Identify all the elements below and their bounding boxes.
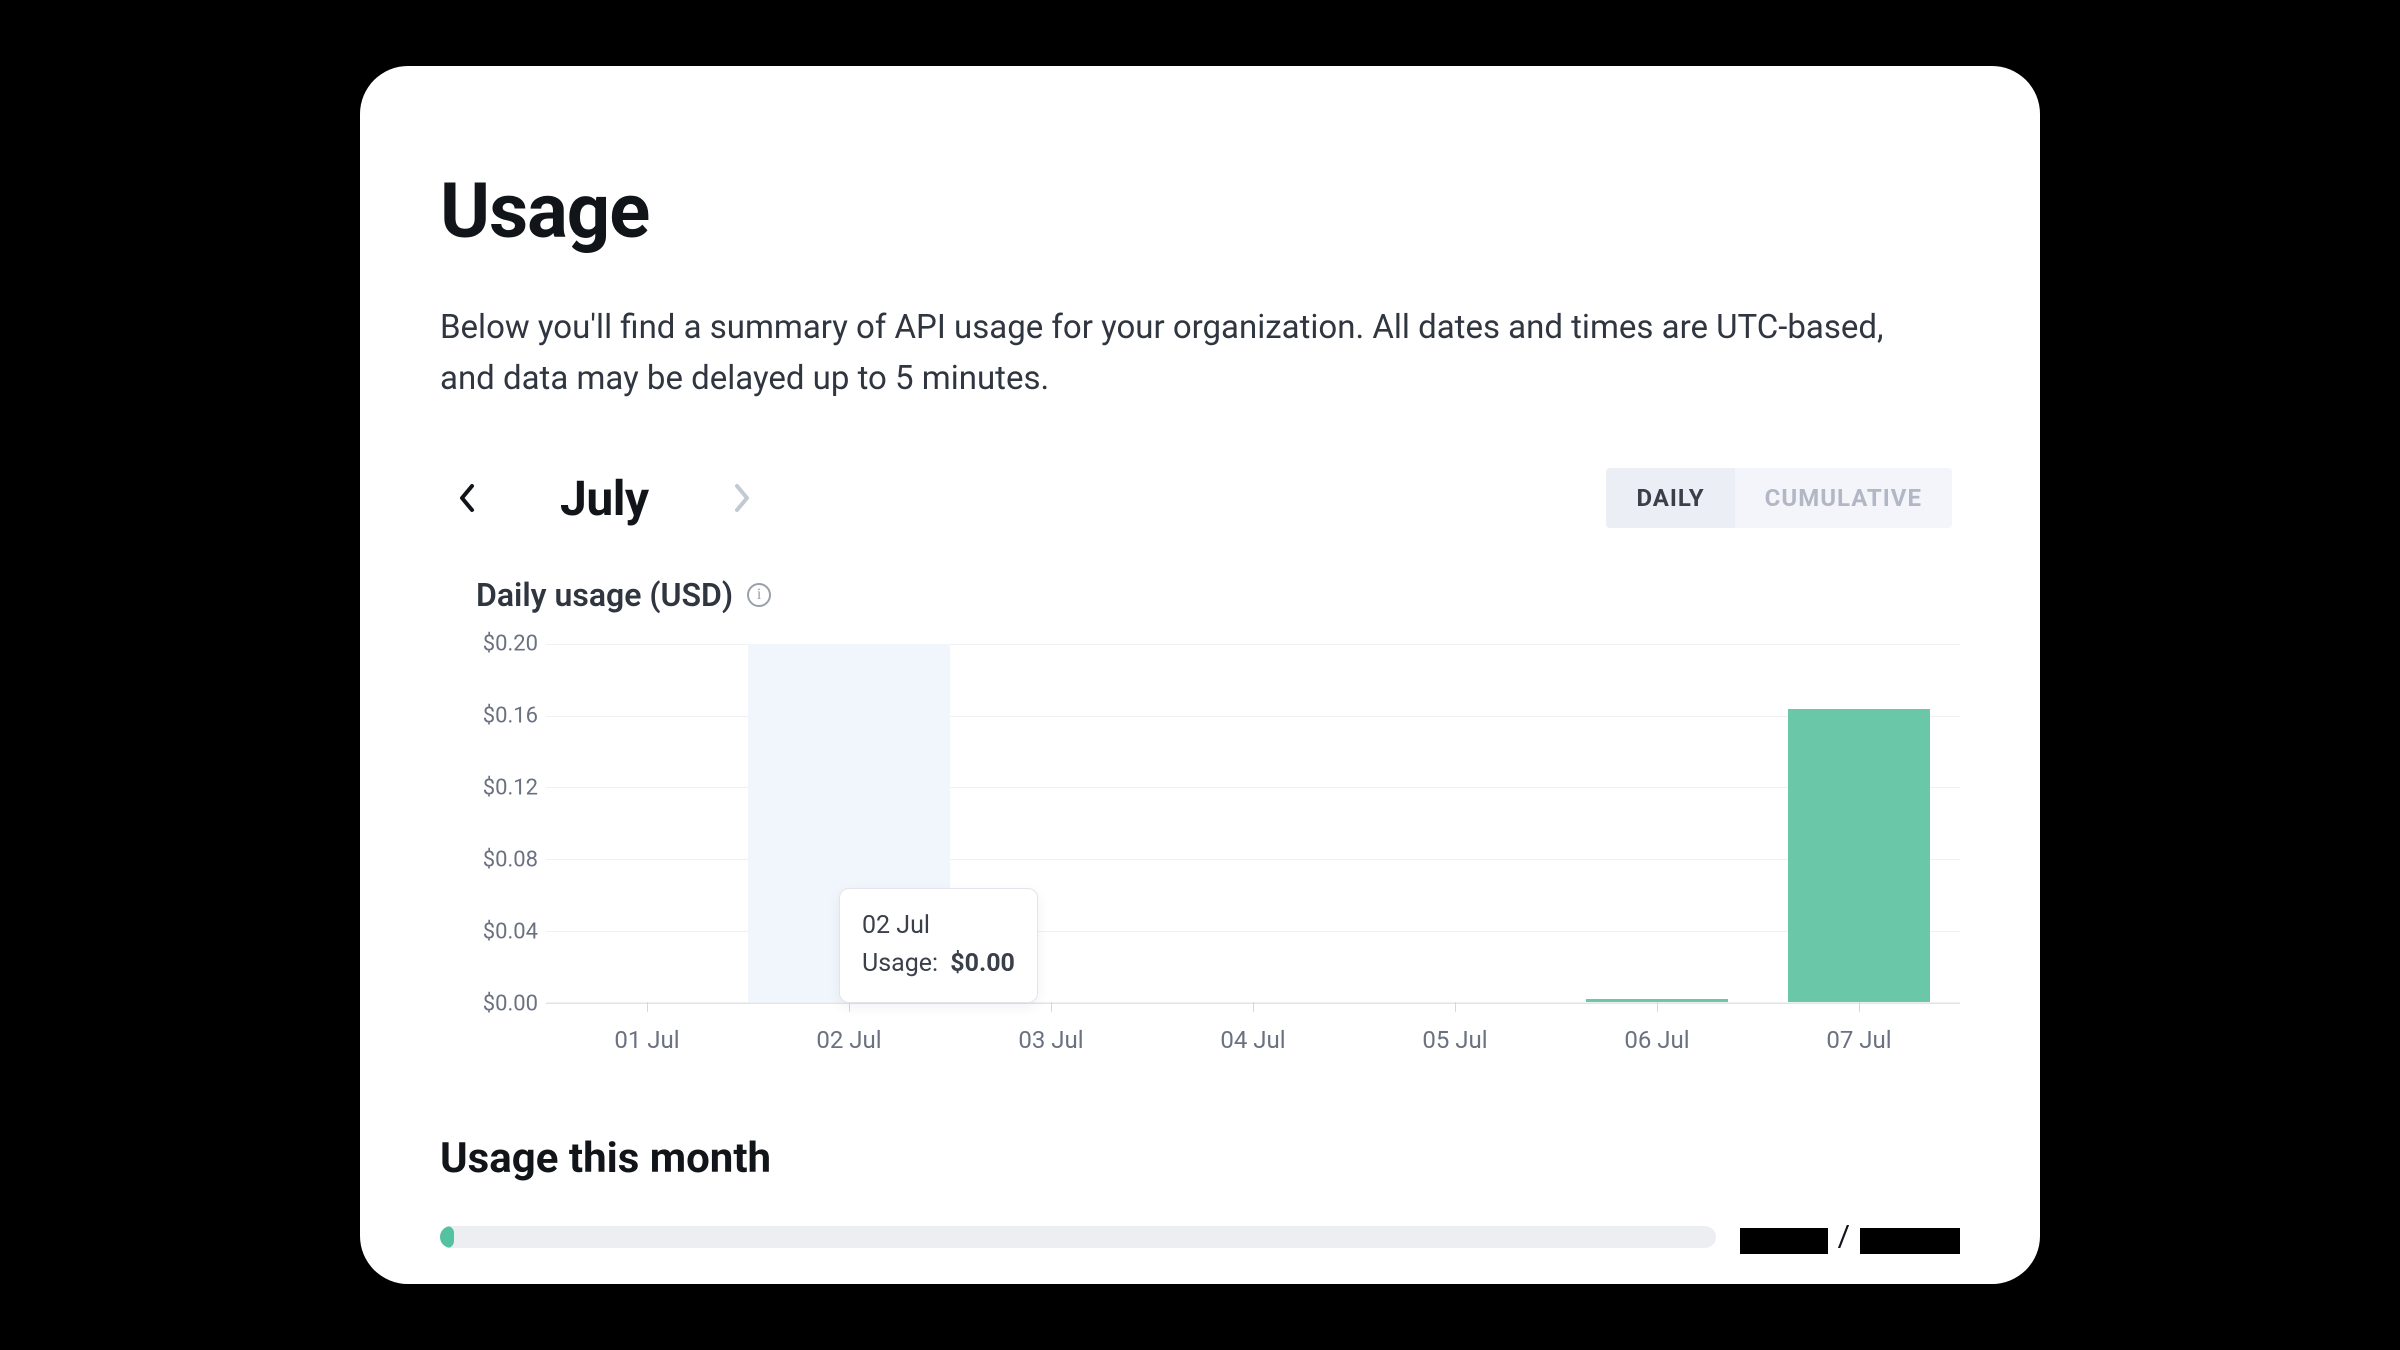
y-axis: $0.20$0.16$0.12$0.08$0.04$0.00: [476, 644, 546, 1004]
month-usage-row: /: [440, 1219, 1960, 1254]
toggle-cumulative[interactable]: CUMULATIVE: [1735, 468, 1952, 528]
y-tick: $0.20: [483, 632, 538, 657]
chevron-left-icon: [458, 482, 478, 514]
usage-card: Usage Below you'll find a summary of API…: [360, 66, 2040, 1284]
plot-area[interactable]: 02 Jul Usage: $0.00: [546, 644, 1960, 1004]
chart-title: Daily usage (USD): [476, 576, 733, 614]
x-label: 04 Jul: [1152, 1026, 1354, 1054]
usage-progress-fill: [440, 1226, 454, 1248]
chart-plot: $0.20$0.16$0.12$0.08$0.04$0.00 02 Jul Us…: [476, 644, 1960, 1004]
view-toggle: DAILY CUMULATIVE: [1606, 468, 1952, 528]
tooltip-usage-label: Usage:: [862, 949, 938, 978]
month-nav: July: [448, 470, 761, 527]
y-tick: $0.08: [483, 848, 538, 873]
tooltip-date: 02 Jul: [862, 907, 1015, 946]
tooltip-usage-row: Usage: $0.00: [862, 945, 1015, 984]
x-tick-mark: [1859, 1002, 1860, 1012]
x-label: 05 Jul: [1354, 1026, 1556, 1054]
bar-slot[interactable]: [546, 644, 748, 1002]
y-tick: $0.00: [483, 992, 538, 1017]
month-label: July: [560, 470, 649, 527]
usage-values: /: [1740, 1219, 1960, 1254]
toggle-daily[interactable]: DAILY: [1606, 468, 1734, 528]
usage-separator: /: [1838, 1219, 1850, 1254]
bar-slot[interactable]: [1152, 644, 1354, 1002]
y-tick: $0.16: [483, 704, 538, 729]
x-label: 06 Jul: [1556, 1026, 1758, 1054]
x-tick-mark: [849, 1002, 850, 1012]
bar-slot[interactable]: [1758, 644, 1960, 1002]
info-icon[interactable]: i: [747, 583, 771, 607]
usage-limit-redacted: [1860, 1228, 1960, 1254]
x-tick-mark: [1051, 1002, 1052, 1012]
chart: $0.20$0.16$0.12$0.08$0.04$0.00 02 Jul Us…: [476, 644, 1960, 1054]
bar-slot[interactable]: [1556, 644, 1758, 1002]
x-label: 03 Jul: [950, 1026, 1152, 1054]
x-tick-mark: [647, 1002, 648, 1012]
x-label: 02 Jul: [748, 1026, 950, 1054]
bar: [1788, 709, 1929, 1003]
y-tick: $0.12: [483, 776, 538, 801]
x-label: 01 Jul: [546, 1026, 748, 1054]
x-axis: 01 Jul02 Jul03 Jul04 Jul05 Jul06 Jul07 J…: [546, 1026, 1960, 1054]
prev-month-button[interactable]: [448, 478, 488, 518]
usage-current-redacted: [1740, 1228, 1828, 1254]
month-nav-row: July DAILY CUMULATIVE: [440, 468, 1960, 528]
x-tick-mark: [1657, 1002, 1658, 1012]
x-label: 07 Jul: [1758, 1026, 1960, 1054]
month-usage-title: Usage this month: [440, 1134, 1960, 1183]
bars-container: [546, 644, 1960, 1002]
y-tick: $0.04: [483, 920, 538, 945]
page-description: Below you'll find a summary of API usage…: [440, 302, 1920, 404]
chart-tooltip: 02 Jul Usage: $0.00: [839, 888, 1038, 1004]
chevron-right-icon: [731, 482, 751, 514]
tooltip-usage-value: $0.00: [950, 949, 1015, 978]
usage-progress-track: [440, 1226, 1716, 1248]
chart-title-row: Daily usage (USD) i: [476, 576, 1960, 614]
x-tick-mark: [1253, 1002, 1254, 1012]
next-month-button[interactable]: [721, 478, 761, 518]
page-title: Usage: [440, 166, 1960, 256]
x-tick-mark: [1455, 1002, 1456, 1012]
bar-slot[interactable]: [1354, 644, 1556, 1002]
